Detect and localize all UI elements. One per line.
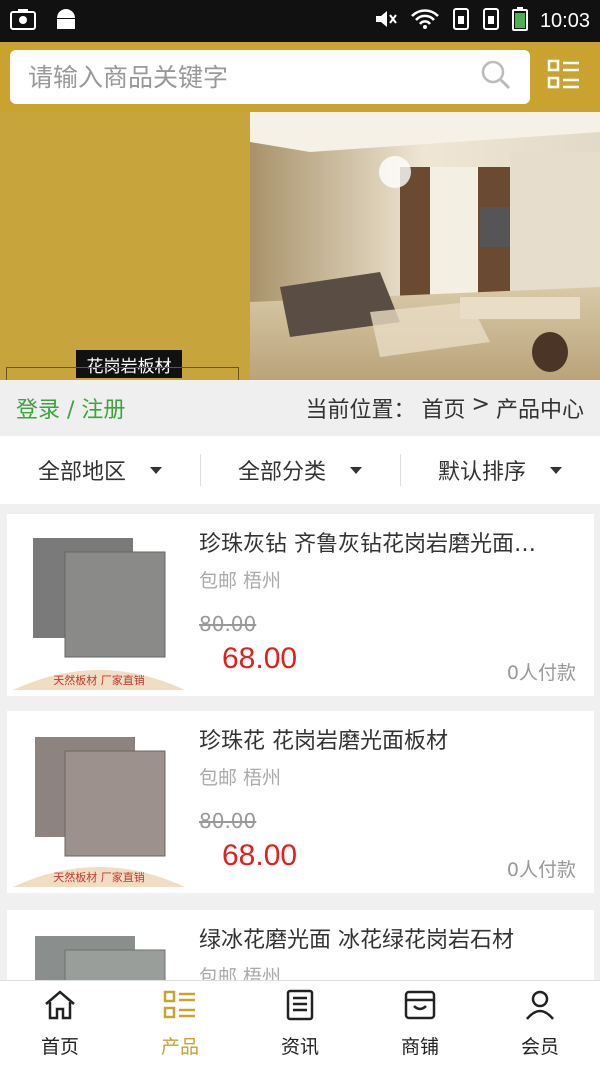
promo-banner[interactable]: 花岗岩板材 — [0, 112, 600, 380]
product-image: 天然板材 厂家直销 — [13, 522, 185, 690]
user-icon — [523, 989, 557, 1026]
tab-shop-label: 商铺 — [400, 1036, 439, 1058]
list-icon — [163, 989, 197, 1026]
login-register-link[interactable]: 登录 / 注册 — [16, 392, 125, 424]
breadcrumb-prefix: 当前位置： — [305, 398, 416, 423]
product-card[interactable]: 绿冰花磨光面 冰花绿花岗岩石材 包邮 梧州 — [7, 910, 594, 980]
clock: 10:03 — [539, 9, 590, 32]
filter-category[interactable]: 全部分类 — [200, 436, 400, 504]
sales-count: 0人付款 — [506, 859, 576, 881]
search-header — [0, 42, 600, 112]
caret-down-icon — [550, 466, 562, 474]
tab-shop[interactable]: 商铺 — [360, 981, 480, 1067]
filter-region-label: 全部地区 — [37, 460, 126, 485]
product-info: 珍珠花 花岗岩磨光面板材 包邮 梧州 — [199, 723, 589, 790]
search-box[interactable] — [10, 50, 530, 104]
thumb-banner-text: 天然板材 厂家直销 — [53, 870, 145, 884]
product-card[interactable]: 天然板材 厂家直销 珍珠花 花岗岩磨光面板材 包邮 梧州 80.00 68.00… — [7, 711, 594, 893]
search-icon[interactable] — [480, 59, 512, 95]
screenshot-icon — [10, 8, 36, 34]
tab-news-label: 资讯 — [280, 1036, 319, 1058]
filter-bar: 全部地区 全部分类 默认排序 — [0, 436, 600, 504]
status-bar: 10:03 — [0, 0, 600, 42]
filter-region[interactable]: 全部地区 — [0, 436, 200, 504]
list-menu-icon[interactable] — [547, 58, 581, 96]
filter-category-label: 全部分类 — [237, 460, 326, 485]
swatch-frame — [6, 367, 239, 380]
shop-icon — [403, 989, 437, 1026]
sim2-icon — [482, 8, 500, 34]
android-icon — [54, 8, 78, 34]
breadcrumb-bar: 登录 / 注册 当前位置： 首页 > 产品中心 — [0, 380, 600, 436]
product-meta: 包邮 梧州 — [199, 570, 282, 592]
product-info: 珍珠灰钻 齐鲁灰钻花岗岩磨光面… 包邮 梧州 — [199, 526, 589, 593]
home-icon — [43, 989, 77, 1026]
current-price: 68.00 — [222, 642, 298, 675]
mute-icon — [374, 8, 398, 34]
product-card[interactable]: 天然板材 厂家直销 珍珠灰钻 齐鲁灰钻花岗岩磨光面… 包邮 梧州 80.00 6… — [7, 514, 594, 696]
living-room-image — [250, 112, 600, 380]
product-title[interactable]: 珍珠灰钻 齐鲁灰钻花岗岩磨光面… — [199, 526, 579, 558]
tab-products-label: 产品 — [160, 1036, 199, 1058]
breadcrumb-separator: > — [471, 392, 490, 417]
product-title[interactable]: 珍珠花 花岗岩磨光面板材 — [199, 723, 579, 755]
breadcrumb: 当前位置： 首页 > 产品中心 — [306, 392, 584, 424]
filter-sort-label: 默认排序 — [437, 460, 526, 485]
tab-home[interactable]: 首页 — [0, 981, 120, 1067]
product-image — [13, 918, 185, 980]
product-meta: 包邮 梧州 — [199, 767, 282, 789]
product-info: 绿冰花磨光面 冰花绿花岗岩石材 包邮 梧州 — [199, 922, 589, 980]
search-input[interactable] — [28, 62, 480, 92]
breadcrumb-current: 产品中心 — [495, 398, 584, 423]
filter-sort[interactable]: 默认排序 — [400, 436, 600, 504]
breadcrumb-home[interactable]: 首页 — [422, 392, 466, 424]
category-menu-button[interactable] — [546, 59, 582, 95]
bottom-tab-bar: 首页 产品 资讯 商铺 会员 — [0, 980, 600, 1067]
product-meta: 包邮 梧州 — [199, 966, 282, 980]
tab-member[interactable]: 会员 — [480, 981, 600, 1067]
tab-news[interactable]: 资讯 — [240, 981, 360, 1067]
sim1-icon — [452, 8, 470, 34]
thumb-banner-text: 天然板材 厂家直销 — [53, 673, 145, 687]
tab-home-label: 首页 — [40, 1036, 79, 1058]
news-icon — [283, 989, 317, 1026]
product-list[interactable]: 天然板材 厂家直销 珍珠灰钻 齐鲁灰钻花岗岩磨光面… 包邮 梧州 80.00 6… — [0, 504, 600, 980]
original-price: 80.00 — [199, 809, 257, 833]
original-price: 80.00 — [199, 612, 257, 636]
product-title[interactable]: 绿冰花磨光面 冰花绿花岗岩石材 — [199, 922, 579, 954]
battery-icon — [511, 7, 528, 35]
product-image: 天然板材 厂家直销 — [13, 719, 185, 887]
tab-products[interactable]: 产品 — [120, 981, 240, 1067]
sales-count: 0人付款 — [506, 662, 576, 684]
wifi-icon — [410, 8, 440, 34]
current-price: 68.00 — [222, 839, 298, 872]
caret-down-icon — [150, 466, 162, 474]
caret-down-icon — [350, 466, 362, 474]
tab-member-label: 会员 — [520, 1036, 559, 1058]
